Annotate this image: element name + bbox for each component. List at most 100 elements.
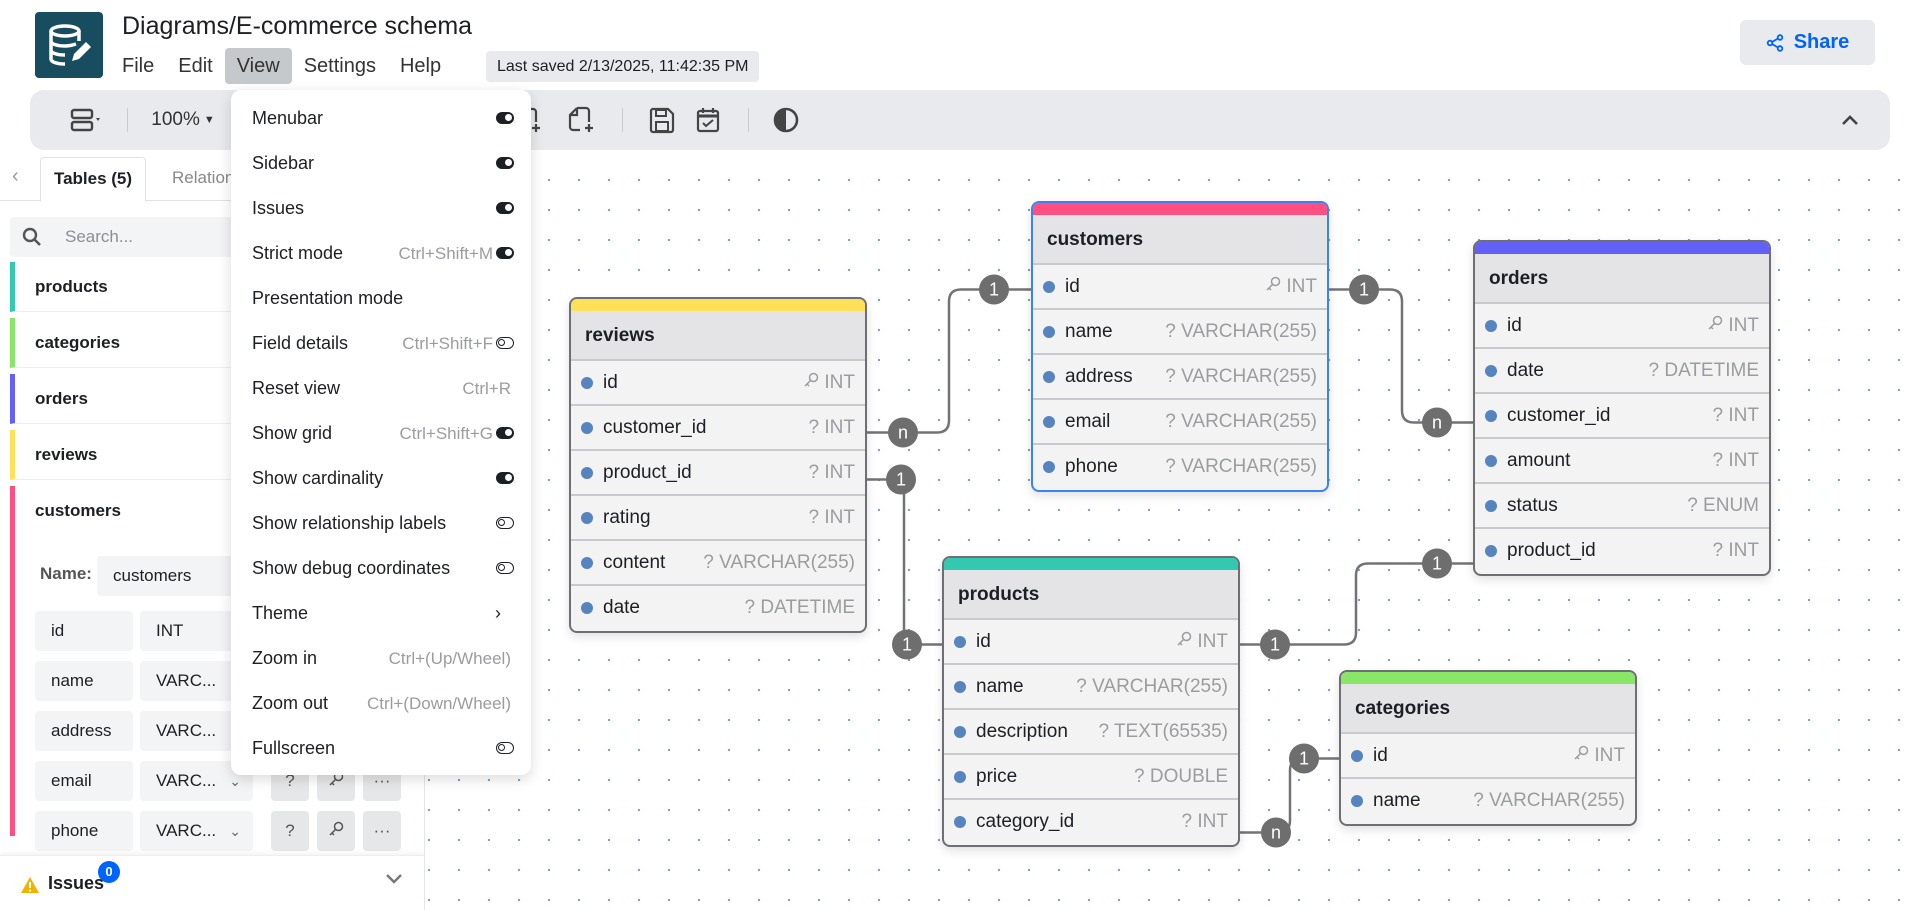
layout-dropdown-button[interactable] xyxy=(62,90,112,150)
field-handle[interactable] xyxy=(1485,500,1497,512)
field-handle[interactable] xyxy=(1485,545,1497,557)
field-handle[interactable] xyxy=(954,681,966,693)
table-field-row[interactable]: name ? VARCHAR(255) xyxy=(1033,310,1327,355)
tab-relationships[interactable]: Relation xyxy=(172,157,234,202)
primary-key-button[interactable] xyxy=(317,811,355,851)
field-handle[interactable] xyxy=(1485,365,1497,377)
field-handle[interactable] xyxy=(581,557,593,569)
field-name-input[interactable]: name xyxy=(35,661,133,701)
field-handle[interactable] xyxy=(581,602,593,614)
field-name-input[interactable]: email xyxy=(35,761,133,801)
table-field-row[interactable]: date ? DATETIME xyxy=(571,586,865,631)
field-name-input[interactable]: address xyxy=(35,711,133,751)
view-menu-item-sidebar[interactable]: Sidebar xyxy=(231,141,531,186)
menu-file[interactable]: File xyxy=(110,48,166,84)
view-menu-item-show-grid[interactable]: Show grid Ctrl+Shift+G xyxy=(231,411,531,456)
table-field-row[interactable]: name ? VARCHAR(255) xyxy=(944,665,1238,710)
menu-help[interactable]: Help xyxy=(388,48,453,84)
menu-view[interactable]: View xyxy=(224,48,292,84)
view-menu-item-reset-view[interactable]: Reset view Ctrl+R xyxy=(231,366,531,411)
issues-panel[interactable]: Issues 0 xyxy=(0,855,424,910)
toggle-on-icon[interactable] xyxy=(496,472,514,484)
view-menu-item-zoom-in[interactable]: Zoom in Ctrl+(Up/Wheel) xyxy=(231,636,531,681)
add-note-button[interactable] xyxy=(562,90,602,150)
diagram-table-categories[interactable]: categories id INT name ? VARCHAR(255) xyxy=(1339,670,1637,826)
toggle-on-icon[interactable] xyxy=(496,247,514,259)
field-handle[interactable] xyxy=(1351,750,1363,762)
field-handle[interactable] xyxy=(1043,371,1055,383)
table-field-row[interactable]: content ? VARCHAR(255) xyxy=(571,541,865,586)
field-handle[interactable] xyxy=(954,816,966,828)
view-menu-item-zoom-out[interactable]: Zoom out Ctrl+(Down/Wheel) xyxy=(231,681,531,726)
toggle-on-icon[interactable] xyxy=(496,157,514,169)
table-field-row[interactable]: id INT xyxy=(944,620,1238,665)
field-handle[interactable] xyxy=(1485,455,1497,467)
tab-tables[interactable]: Tables (5) xyxy=(40,157,146,202)
field-type-select[interactable]: VARC...⌄ xyxy=(140,811,253,851)
field-handle[interactable] xyxy=(1485,410,1497,422)
view-menu-item-strict-mode[interactable]: Strict mode Ctrl+Shift+M xyxy=(231,231,531,276)
table-field-row[interactable]: phone ? VARCHAR(255) xyxy=(1033,445,1327,490)
share-button[interactable]: Share xyxy=(1740,20,1875,65)
collapse-toolbar-button[interactable] xyxy=(1830,90,1870,150)
chevron-left-icon[interactable]: ‹ xyxy=(12,165,19,188)
diagram-table-products[interactable]: products id INT name ? VARCHAR(255) desc… xyxy=(942,556,1240,847)
app-logo[interactable] xyxy=(35,12,103,78)
field-handle[interactable] xyxy=(581,422,593,434)
toggle-on-icon[interactable] xyxy=(496,202,514,214)
save-button[interactable] xyxy=(642,90,682,150)
table-field-row[interactable]: address ? VARCHAR(255) xyxy=(1033,355,1327,400)
field-name-input[interactable]: phone xyxy=(35,811,133,851)
table-field-row[interactable]: id INT xyxy=(1341,734,1635,779)
search-input[interactable] xyxy=(65,217,245,257)
table-field-row[interactable]: id INT xyxy=(1033,265,1327,310)
more-options-button[interactable]: ··· xyxy=(363,811,401,851)
field-handle[interactable] xyxy=(581,512,593,524)
table-field-row[interactable]: customer_id ? INT xyxy=(1475,394,1769,439)
view-menu-item-show-debug-coordinates[interactable]: Show debug coordinates xyxy=(231,546,531,591)
view-menu-item-menubar[interactable]: Menubar xyxy=(231,96,531,141)
field-handle[interactable] xyxy=(581,467,593,479)
field-handle[interactable] xyxy=(1043,326,1055,338)
diagram-table-reviews[interactable]: reviews id INT customer_id ? INT product… xyxy=(569,297,867,633)
field-handle[interactable] xyxy=(954,636,966,648)
view-menu-item-field-details[interactable]: Field details Ctrl+Shift+F xyxy=(231,321,531,366)
table-field-row[interactable]: category_id ? INT xyxy=(944,800,1238,845)
toggle-off-icon[interactable] xyxy=(496,337,514,349)
todo-button[interactable] xyxy=(688,90,728,150)
menu-edit[interactable]: Edit xyxy=(166,48,224,84)
toggle-on-icon[interactable] xyxy=(496,112,514,124)
field-handle[interactable] xyxy=(581,377,593,389)
toggle-off-icon[interactable] xyxy=(496,562,514,574)
table-field-row[interactable]: email ? VARCHAR(255) xyxy=(1033,400,1327,445)
view-menu-item-presentation-mode[interactable]: Presentation mode xyxy=(231,276,531,321)
table-field-row[interactable]: date ? DATETIME xyxy=(1475,349,1769,394)
view-menu-item-theme[interactable]: Theme › xyxy=(231,591,531,636)
table-field-row[interactable]: name ? VARCHAR(255) xyxy=(1341,779,1635,824)
toggle-off-icon[interactable] xyxy=(496,742,514,754)
chevron-down-icon[interactable] xyxy=(385,872,403,884)
table-field-row[interactable]: description ? TEXT(65535) xyxy=(944,710,1238,755)
table-field-row[interactable]: id INT xyxy=(571,361,865,406)
view-menu-item-fullscreen[interactable]: Fullscreen xyxy=(231,726,531,771)
field-handle[interactable] xyxy=(1043,281,1055,293)
view-menu-item-show-relationship-labels[interactable]: Show relationship labels xyxy=(231,501,531,546)
diagram-table-orders[interactable]: orders id INT date ? DATETIME customer_i… xyxy=(1473,240,1771,576)
table-field-row[interactable]: amount ? INT xyxy=(1475,439,1769,484)
table-field-row[interactable]: status ? ENUM xyxy=(1475,484,1769,529)
table-field-row[interactable]: customer_id ? INT xyxy=(571,406,865,451)
table-field-row[interactable]: rating ? INT xyxy=(571,496,865,541)
toggle-off-icon[interactable] xyxy=(496,517,514,529)
diagram-table-customers[interactable]: customers id INT name ? VARCHAR(255) add… xyxy=(1031,201,1329,492)
field-handle[interactable] xyxy=(1043,461,1055,473)
field-handle[interactable] xyxy=(954,726,966,738)
table-field-row[interactable]: price ? DOUBLE xyxy=(944,755,1238,800)
nullable-button[interactable]: ? xyxy=(271,811,309,851)
table-field-row[interactable]: product_id ? INT xyxy=(1475,529,1769,574)
field-handle[interactable] xyxy=(1485,320,1497,332)
view-menu-item-show-cardinality[interactable]: Show cardinality xyxy=(231,456,531,501)
diagram-title[interactable]: Diagrams/E-commerce schema xyxy=(122,12,472,41)
menu-settings[interactable]: Settings xyxy=(292,48,388,84)
field-name-input[interactable]: id xyxy=(35,611,133,651)
toggle-on-icon[interactable] xyxy=(496,427,514,439)
